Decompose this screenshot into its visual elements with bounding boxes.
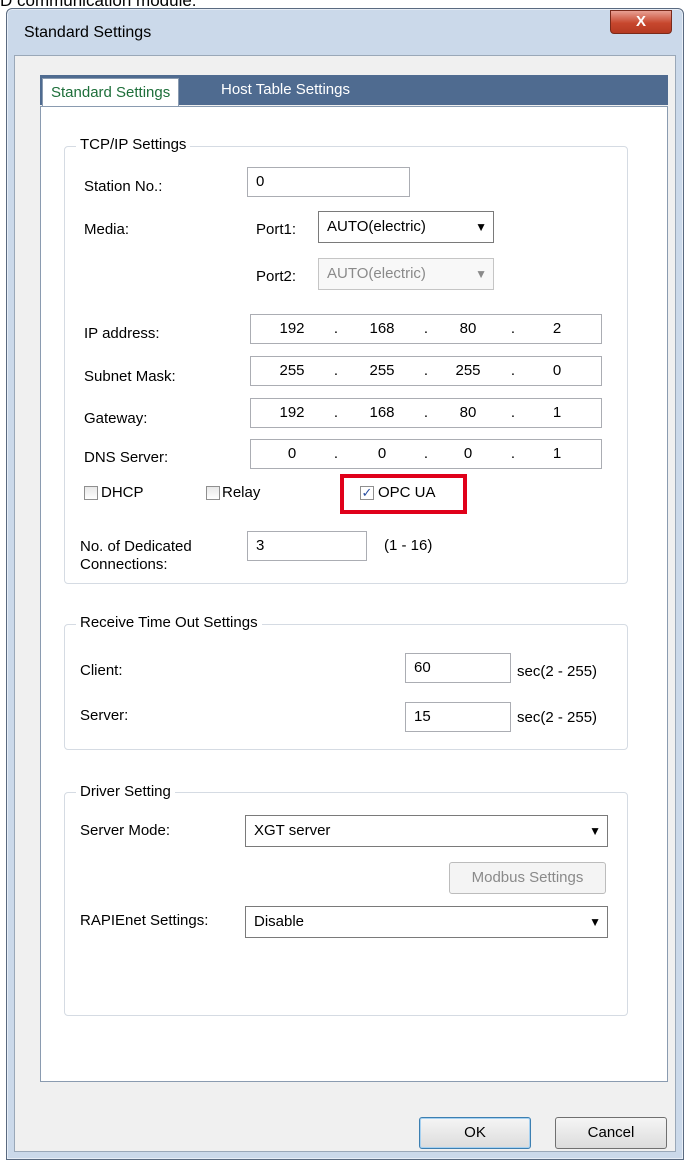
- ip-dot: .: [333, 320, 339, 337]
- tab-standard-settings[interactable]: Standard Settings: [42, 78, 180, 109]
- ip-octet-2: 168: [369, 320, 395, 337]
- ip-octet-4: 2: [552, 320, 562, 337]
- client-timeout-unit: sec(2 - 255): [517, 663, 598, 680]
- media-label: Media:: [84, 221, 130, 238]
- ip-dot: .: [333, 404, 339, 421]
- rapienet-select[interactable]: Disable ▼: [245, 906, 608, 938]
- driver-group-label: Driver Setting: [76, 783, 175, 800]
- station-label: Station No.:: [84, 178, 163, 195]
- gateway-octet-1: 192: [279, 404, 305, 421]
- rapienet-value: Disable: [254, 913, 305, 930]
- subnet-octet-2: 255: [369, 362, 395, 379]
- gateway-octet-3: 80: [459, 404, 477, 421]
- port2-label: Port2:: [256, 268, 297, 285]
- gateway-octet-2: 168: [369, 404, 395, 421]
- client-timeout-label: Client:: [80, 662, 123, 679]
- dns-octet-3: 0: [463, 445, 473, 462]
- subnet-mask-input[interactable]: 255 . 255 . 255 . 0: [250, 356, 602, 386]
- ip-dot: .: [510, 445, 516, 462]
- ip-octet-3: 80: [459, 320, 477, 337]
- ok-button[interactable]: OK: [419, 1117, 531, 1149]
- ip-address-input[interactable]: 192 . 168 . 80 . 2: [250, 314, 602, 344]
- ip-dot: .: [333, 362, 339, 379]
- subnet-octet-3: 255: [455, 362, 481, 379]
- port1-select[interactable]: AUTO(electric) ▼: [318, 211, 494, 243]
- ip-dot: .: [510, 320, 516, 337]
- timeout-group: [64, 624, 628, 750]
- station-input[interactable]: 0: [247, 167, 410, 197]
- dns-octet-1: 0: [287, 445, 297, 462]
- server-mode-select[interactable]: XGT server ▼: [245, 815, 608, 847]
- subnet-octet-1: 255: [279, 362, 305, 379]
- chevron-down-icon: ▼: [589, 824, 601, 838]
- server-timeout-label: Server:: [80, 707, 129, 724]
- ip-dot: .: [333, 445, 339, 462]
- port2-select: AUTO(electric) ▼: [318, 258, 494, 290]
- port2-select-value: AUTO(electric): [327, 265, 426, 282]
- server-mode-label: Server Mode:: [80, 822, 171, 839]
- dedicated-range-text: (1 - 16): [384, 537, 433, 554]
- window-title: Standard Settings: [24, 24, 152, 41]
- tcpip-group-label: TCP/IP Settings: [76, 136, 191, 153]
- server-timeout-input[interactable]: 15: [405, 702, 511, 732]
- port1-label: Port1:: [256, 221, 297, 238]
- dhcp-label: DHCP: [101, 484, 144, 501]
- port1-select-value: AUTO(electric): [327, 218, 426, 235]
- subnet-octet-4: 0: [552, 362, 562, 379]
- dhcp-checkbox[interactable]: [84, 486, 98, 500]
- rapienet-label: RAPIEnet Settings:: [80, 912, 209, 929]
- client-timeout-input[interactable]: 60: [405, 653, 511, 683]
- ip-octet-1: 192: [279, 320, 305, 337]
- dns-octet-4: 1: [552, 445, 562, 462]
- subnet-mask-label: Subnet Mask:: [84, 368, 176, 385]
- cancel-button[interactable]: Cancel: [555, 1117, 667, 1149]
- server-timeout-unit: sec(2 - 255): [517, 709, 598, 726]
- dns-server-input[interactable]: 0 . 0 . 0 . 1: [250, 439, 602, 469]
- dedicated-connections-input[interactable]: 3: [247, 531, 367, 561]
- gateway-label: Gateway:: [84, 410, 148, 427]
- ip-dot: .: [423, 320, 429, 337]
- ip-dot: .: [423, 362, 429, 379]
- ip-dot: .: [423, 445, 429, 462]
- tab-host-table-settings[interactable]: Host Table Settings: [213, 75, 358, 105]
- close-button[interactable]: X: [610, 10, 672, 34]
- opcua-checkbox[interactable]: ✓: [360, 486, 374, 500]
- ip-address-label: IP address:: [84, 325, 160, 342]
- dns-server-label: DNS Server:: [84, 449, 169, 466]
- ip-dot: .: [423, 404, 429, 421]
- timeout-group-label: Receive Time Out Settings: [76, 614, 262, 631]
- modbus-settings-button: Modbus Settings: [449, 862, 606, 894]
- dedicated-label-line2: Connections:: [80, 556, 168, 573]
- relay-checkbox[interactable]: [206, 486, 220, 500]
- dedicated-label-line1: No. of Dedicated: [80, 538, 192, 555]
- ip-dot: .: [510, 362, 516, 379]
- relay-label: Relay: [222, 484, 261, 501]
- chevron-down-icon: ▼: [475, 220, 487, 234]
- gateway-input[interactable]: 192 . 168 . 80 . 1: [250, 398, 602, 428]
- server-mode-value: XGT server: [254, 822, 331, 839]
- chevron-down-icon: ▼: [475, 267, 487, 281]
- dns-octet-2: 0: [377, 445, 387, 462]
- chevron-down-icon: ▼: [589, 915, 601, 929]
- ip-dot: .: [510, 404, 516, 421]
- opcua-label: OPC UA: [378, 484, 436, 501]
- gateway-octet-4: 1: [552, 404, 562, 421]
